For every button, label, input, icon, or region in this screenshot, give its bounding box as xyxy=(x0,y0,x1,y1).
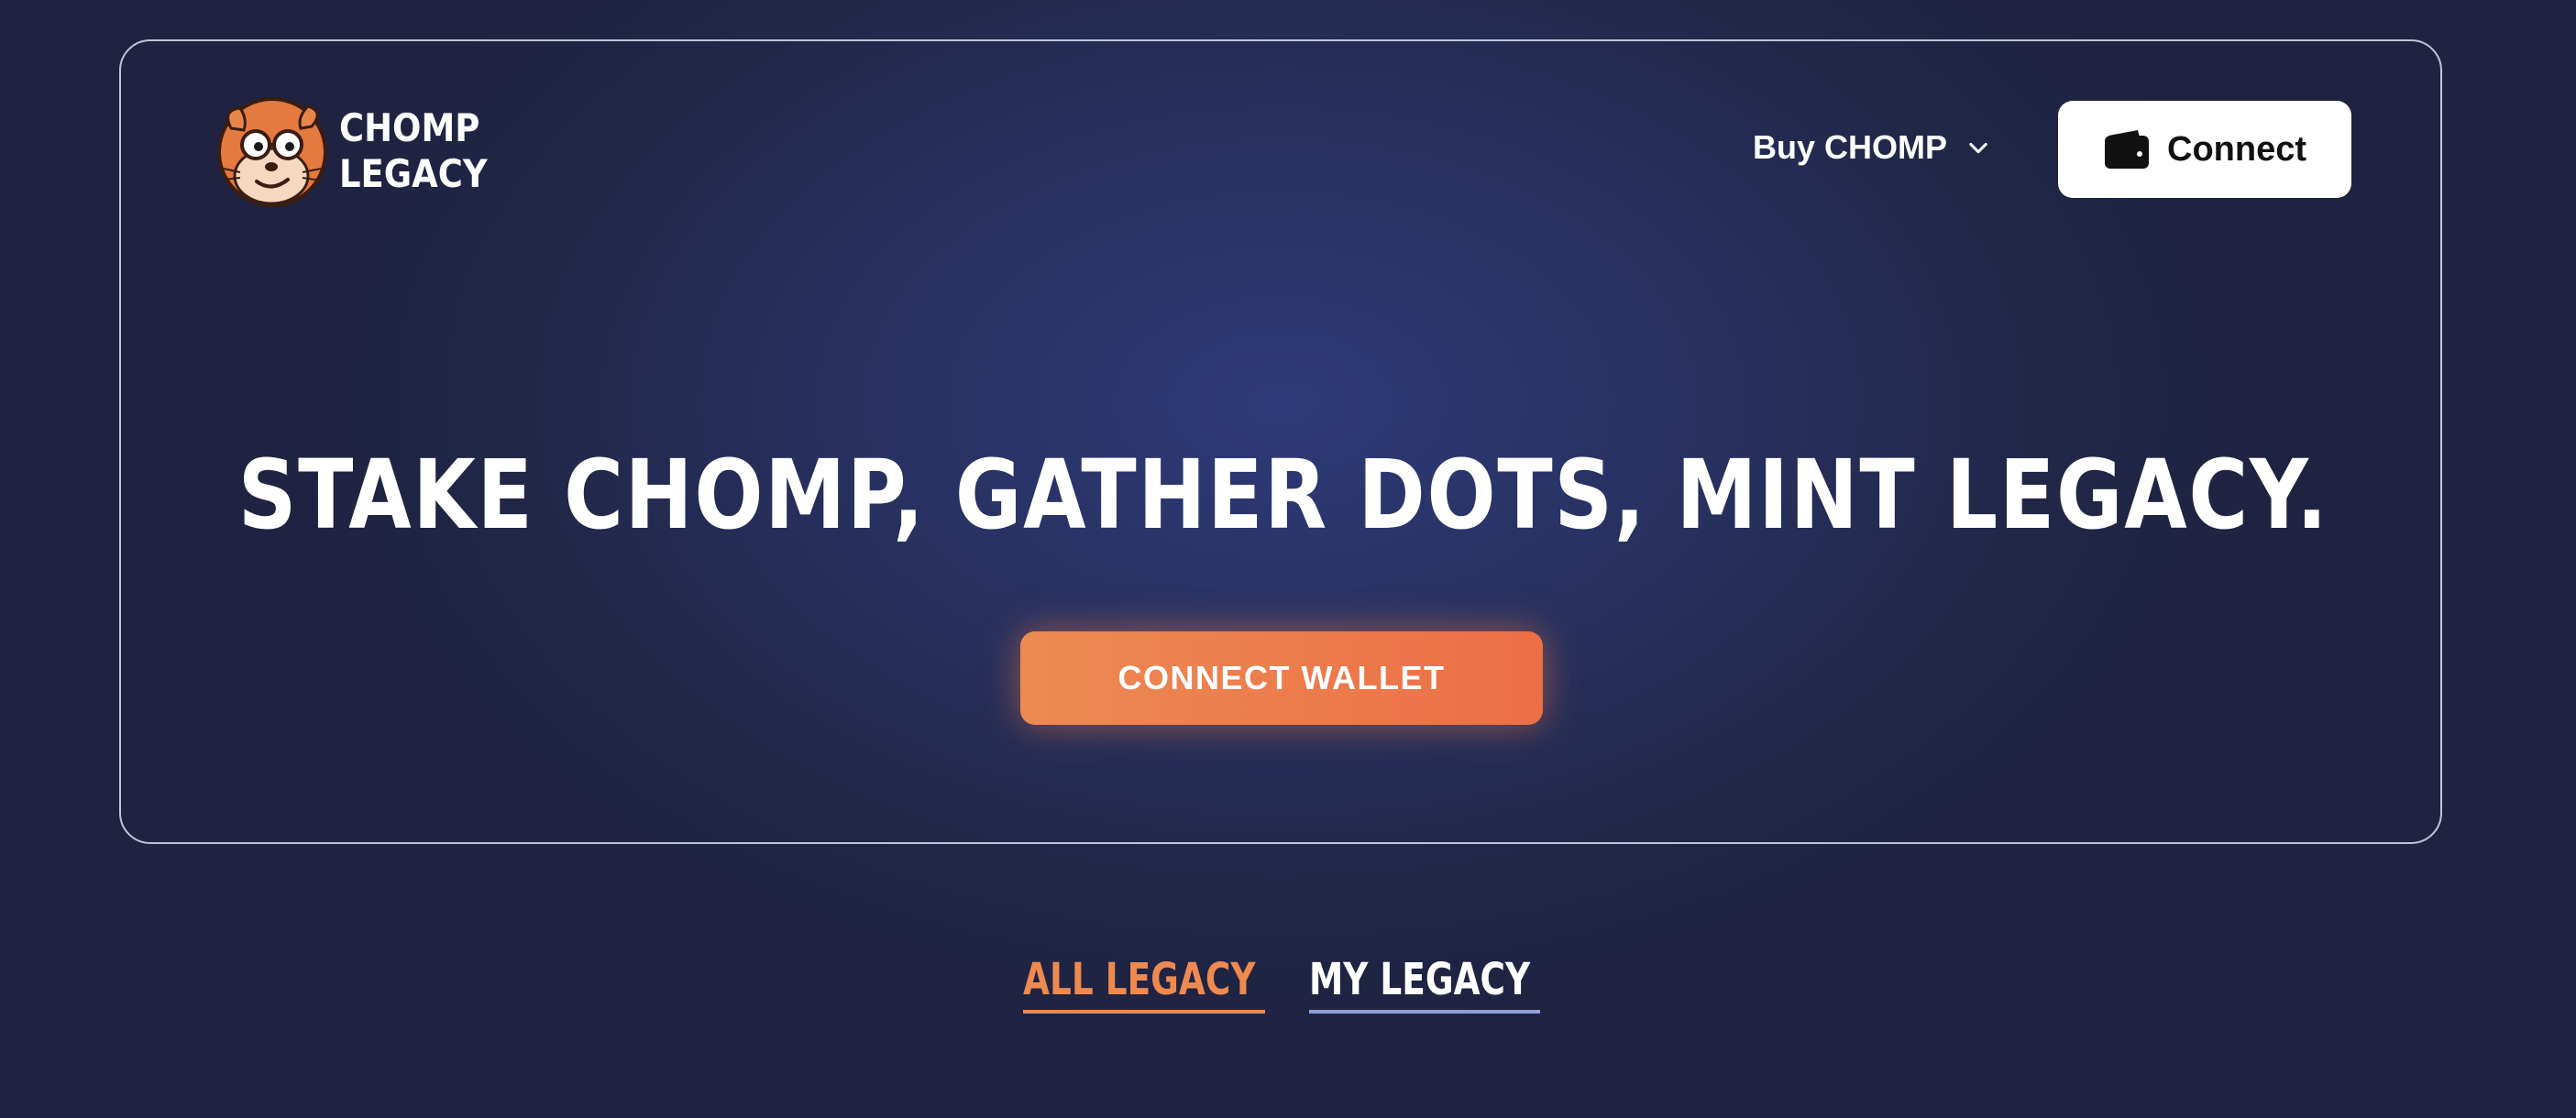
logo-text: CHOMP LEGACY xyxy=(339,105,488,197)
logo[interactable]: CHOMP LEGACY xyxy=(213,92,508,211)
legacy-tabs: ALL LEGACY MY LEGACY xyxy=(0,953,2576,1017)
tab-all-legacy[interactable]: ALL LEGACY xyxy=(1023,953,1265,1014)
chevron-down-icon xyxy=(1969,142,1987,154)
connect-wallet-button[interactable]: CONNECT WALLET xyxy=(1020,631,1543,725)
tab-my-legacy[interactable]: MY LEGACY xyxy=(1309,953,1540,1014)
buy-chomp-label: Buy CHOMP xyxy=(1753,128,1948,166)
connect-label: Connect xyxy=(2167,129,2306,169)
guinea-pig-mascot-icon xyxy=(217,97,327,207)
hero-headline: STAKE CHOMP, GATHER DOTS, MINT LEGACY. xyxy=(237,439,2329,551)
connect-wallet-label: CONNECT WALLET xyxy=(1117,659,1446,696)
tab-my-legacy-label: MY LEGACY xyxy=(1309,954,1531,1005)
connect-button[interactable]: Connect xyxy=(2058,101,2351,198)
wallet-icon xyxy=(2105,130,2149,169)
logo-line-1: CHOMP xyxy=(339,105,480,150)
tab-all-legacy-label: ALL LEGACY xyxy=(1023,954,1256,1005)
logo-line-2: LEGACY xyxy=(339,151,488,196)
buy-chomp-dropdown[interactable]: Buy CHOMP xyxy=(1753,128,1991,167)
